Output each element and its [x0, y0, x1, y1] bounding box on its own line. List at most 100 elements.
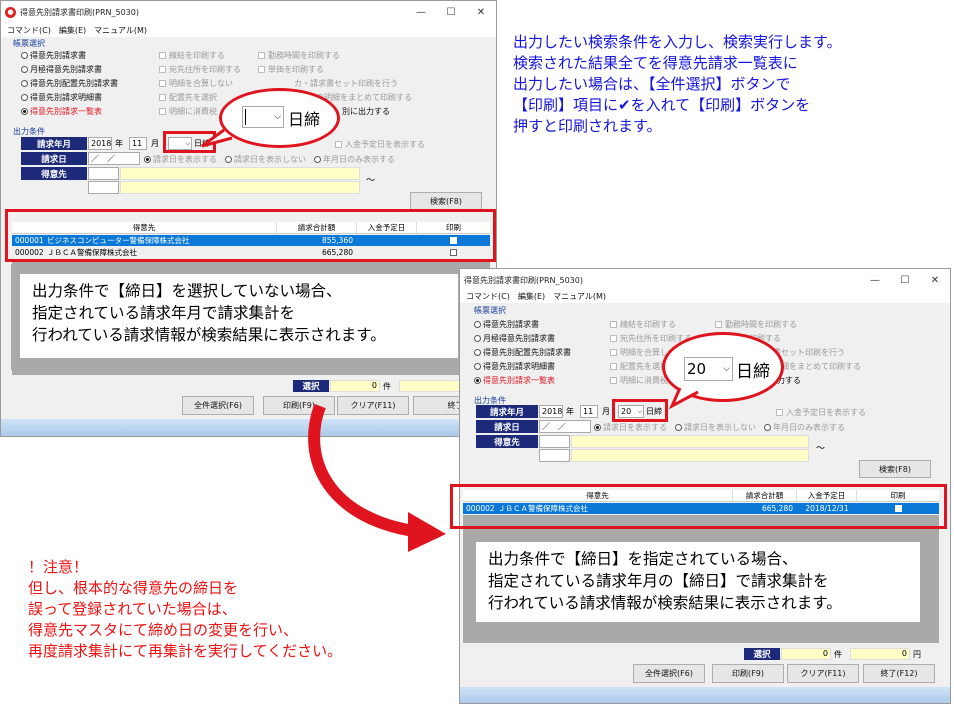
- customer-label: 得意先: [21, 167, 87, 180]
- billing-radios: 請求日を表示する 請求日を表示しない 年月日のみ表示する: [594, 422, 845, 433]
- radio-customer-invoice[interactable]: 得意先別請求書: [474, 319, 571, 330]
- radio-hide-date[interactable]: 請求日を表示しない: [675, 422, 756, 433]
- year-unit: 年: [566, 407, 574, 416]
- customer-to-code[interactable]: [88, 181, 119, 194]
- check-3[interactable]: 明細を合算しない: [159, 78, 241, 89]
- select-amount: 0: [850, 648, 910, 660]
- select-all-button[interactable]: 全件選択(F6): [633, 664, 705, 683]
- customer-from-name: [120, 167, 360, 180]
- close-button[interactable]: ✕: [920, 269, 950, 291]
- billing-day-input[interactable]: ／ ／: [539, 420, 591, 433]
- radio-ym-only[interactable]: 年月日のみ表示する: [764, 422, 845, 433]
- month-unit: 月: [602, 407, 610, 416]
- maximize-button[interactable]: ☐: [436, 1, 466, 23]
- highlight-result-table: [450, 484, 947, 529]
- year-month-label: 請求年月: [21, 137, 87, 150]
- radio-invoice-list[interactable]: 得意先別請求一覧表: [474, 375, 571, 386]
- radio-hide-date[interactable]: 請求日を表示しない: [225, 154, 306, 165]
- warning-line: 再度請求集計にて再集計を実行してください。: [28, 642, 343, 660]
- note-line: 指定されている請求年月の【締日】で請求集計を: [488, 572, 829, 590]
- radio-ym-only[interactable]: 年月日のみ表示する: [314, 154, 395, 165]
- radio-detail-invoice[interactable]: 得意先別請求明細書: [21, 92, 118, 103]
- customer-from-code[interactable]: [88, 167, 119, 180]
- highlight-result-table: [5, 209, 496, 262]
- select-all-button[interactable]: 全件選択(F6): [182, 396, 254, 415]
- title-bar: 得意先別請求書印刷(PRN_5030) — ☐ ✕: [460, 269, 950, 291]
- menu-command[interactable]: コマンド(C): [7, 25, 51, 36]
- note-line: 行われている請求情報が検索結果に表示されます。: [488, 594, 842, 612]
- clear-button[interactable]: クリア(F11): [787, 664, 859, 683]
- deposit-check[interactable]: 入金予定日を表示する: [776, 407, 866, 418]
- callout-tail-top: [201, 128, 233, 148]
- customer-from-code[interactable]: [539, 435, 570, 448]
- menu-bar: コマンド(C) 編集(E) マニュアル(M): [460, 289, 950, 303]
- bubble-day-select: ⌵: [242, 106, 284, 128]
- customer-from-name: [571, 435, 809, 448]
- customer-to-name: [571, 449, 809, 462]
- close-button[interactable]: ✕: [466, 1, 496, 23]
- check-6[interactable]: 勤務時間を印刷する: [715, 319, 861, 330]
- menu-command[interactable]: コマンド(C): [466, 291, 510, 302]
- instruction-line: 出力したい場合は、【全件選択】ボタンで: [513, 75, 791, 93]
- deposit-check[interactable]: 入金予定日を表示する: [335, 139, 425, 150]
- chevron-down-icon: ⌵: [274, 112, 281, 122]
- report-radio-list: 得意先別請求書 月極得意先別請求書 得意先別配置先別請求書 得意先別請求明細書 …: [21, 50, 118, 117]
- radio-placement-invoice[interactable]: 得意先別配置先別請求書: [21, 78, 118, 89]
- radio-show-date[interactable]: 請求日を表示する: [144, 154, 217, 165]
- check-6[interactable]: 勤務時間を印刷する: [258, 50, 412, 61]
- radio-monthly-invoice[interactable]: 月極得意先別請求書: [21, 64, 118, 75]
- radio-invoice-list[interactable]: 得意先別請求一覧表: [21, 106, 118, 117]
- check-1[interactable]: 線結を印刷する: [610, 319, 692, 330]
- radio-customer-invoice[interactable]: 得意先別請求書: [21, 50, 118, 61]
- menu-manual[interactable]: マニュアル(M): [553, 291, 606, 302]
- transition-arrow-icon: [308, 403, 446, 552]
- radio-show-date[interactable]: 請求日を表示する: [594, 422, 667, 433]
- count-unit: 件: [834, 650, 842, 659]
- year-input[interactable]: 2018: [539, 405, 563, 418]
- customer-to-code[interactable]: [539, 449, 570, 462]
- status-strip: [460, 687, 950, 703]
- menu-bar: コマンド(C) 編集(E) マニュアル(M): [1, 23, 496, 37]
- month-input[interactable]: 11: [129, 137, 147, 150]
- check-7[interactable]: 単価を印刷する: [258, 64, 412, 75]
- chevron-down-icon: ⌵: [723, 364, 730, 374]
- report-radio-list: 得意先別請求書 月極得意先別請求書 得意先別配置先別請求書 得意先別請求明細書 …: [474, 319, 571, 386]
- month-input[interactable]: 11: [580, 405, 598, 418]
- note-line: 出力条件で【締日】を指定されている場合、: [488, 550, 798, 568]
- select-count: 0: [781, 648, 831, 660]
- print-button[interactable]: 印刷(F9): [712, 664, 784, 683]
- title-bar: ● 得意先別請求書印刷(PRN_5030) — ☐ ✕: [1, 1, 496, 23]
- customer-label: 得意先: [476, 435, 538, 448]
- billing-day-input[interactable]: ／ ／: [88, 152, 140, 165]
- menu-edit[interactable]: 編集(E): [518, 291, 545, 302]
- minimize-button[interactable]: —: [406, 1, 436, 23]
- menu-manual[interactable]: マニュアル(M): [94, 25, 147, 36]
- check-2[interactable]: 宛先住所を印刷する: [159, 64, 241, 75]
- search-button[interactable]: 検索(F8): [410, 192, 482, 210]
- instruction-line: 押すと印刷されます。: [513, 117, 662, 135]
- app-icon: ●: [5, 6, 16, 18]
- radio-placement-invoice[interactable]: 得意先別配置先別請求書: [474, 347, 571, 358]
- warning-line: 但し、根本的な得意先の締日を: [28, 579, 239, 597]
- check-1[interactable]: 線結を印刷する: [159, 50, 241, 61]
- minimize-button[interactable]: —: [860, 269, 890, 291]
- window-title: 得意先別請求書印刷(PRN_5030): [464, 275, 583, 285]
- select-label: 選択: [744, 648, 780, 660]
- note-line: 出力条件で【締日】を選択していない場合、: [32, 282, 342, 300]
- warning-line: 得意先マスタにて締め日の変更を行い、: [28, 621, 299, 639]
- search-button[interactable]: 検索(F8): [859, 460, 931, 478]
- instruction-line: 出力したい検索条件を入力し、検索実行します。: [513, 33, 842, 51]
- exit-button[interactable]: 終了(F12): [863, 664, 935, 683]
- note-with-closing-day: 出力条件で【締日】を指定されている場合、 指定されている請求年月の【締日】で請求…: [476, 542, 920, 622]
- year-input[interactable]: 2018: [88, 137, 112, 150]
- maximize-button[interactable]: ☐: [890, 269, 920, 291]
- note-no-closing-day: 出力条件で【締日】を選択していない場合、 指定されている請求年月で請求集計を 行…: [20, 274, 458, 358]
- radio-monthly-invoice[interactable]: 月極得意先別請求書: [474, 333, 571, 344]
- warning-text: ！注意！ 但し、根本的な得意先の締日を 誤って登録されていた場合は、 得意先マス…: [28, 557, 342, 662]
- menu-edit[interactable]: 編集(E): [59, 25, 86, 36]
- text-cursor: [245, 109, 246, 125]
- window-title: 得意先別請求書印刷(PRN_5030): [20, 7, 139, 17]
- radio-detail-invoice[interactable]: 得意先別請求明細書: [474, 361, 571, 372]
- billing-radios: 請求日を表示する 請求日を表示しない 年月日のみ表示する: [144, 154, 395, 165]
- month-unit: 月: [151, 139, 159, 148]
